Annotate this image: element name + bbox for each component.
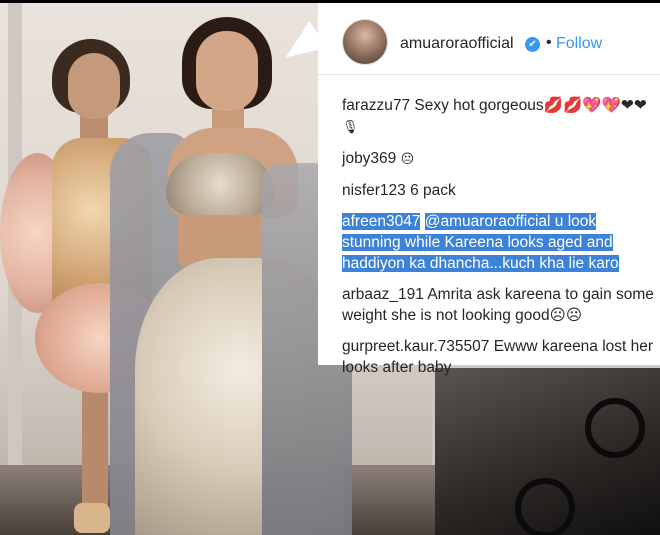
follow-button[interactable]: Follow [556,35,602,53]
comment-item: nisfer123 6 pack [342,180,654,201]
stroller-wheel [585,398,645,458]
verified-badge-icon: ✔ [525,37,540,52]
comment-username[interactable]: farazzu77 [342,97,410,114]
person-right-face [196,31,258,111]
comment-text: 😐 [400,152,415,167]
comment-text: 6 pack [410,182,456,199]
person-left-shoe [74,503,110,533]
person-left-face [68,53,120,119]
comment-username[interactable]: afreen3047 [342,213,421,230]
comment-item: joby369 😐 [342,148,654,170]
comment-username[interactable]: joby369 [342,150,396,167]
instagram-card: amuaroraofficial ✔ • Follow farazzu77 Se… [318,3,660,376]
stroller-area [435,368,660,535]
person-right-blouse [166,153,274,215]
separator-dot: • [546,34,552,51]
comment-item-highlighted: afreen3047 @amuaroraofficial u look stun… [342,211,654,274]
comment-item: gurpreet.kaur.735507 Ewww kareena lost h… [342,336,654,378]
post-username[interactable]: amuaroraofficial [400,35,514,53]
comment-username[interactable]: arbaaz_191 [342,286,424,303]
avatar[interactable] [342,19,388,65]
comment-text: Sexy hot gorgeous💋💋💖💖❤❤ [414,97,647,114]
comment-username[interactable]: nisfer123 [342,182,406,199]
stroller-wheel [515,478,575,535]
comment-item: farazzu77 Sexy hot gorgeous💋💋💖💖❤❤ 🎙 [342,95,654,138]
comment-username[interactable]: gurpreet.kaur.735507 [342,338,489,355]
comment-list: farazzu77 Sexy hot gorgeous💋💋💖💖❤❤ 🎙 joby… [342,95,654,388]
post-header: amuaroraofficial ✔ • Follow [318,3,660,75]
comment-item: arbaaz_191 Amrita ask kareena to gain so… [342,284,654,326]
microphone-icon: 🎙 [342,120,359,135]
